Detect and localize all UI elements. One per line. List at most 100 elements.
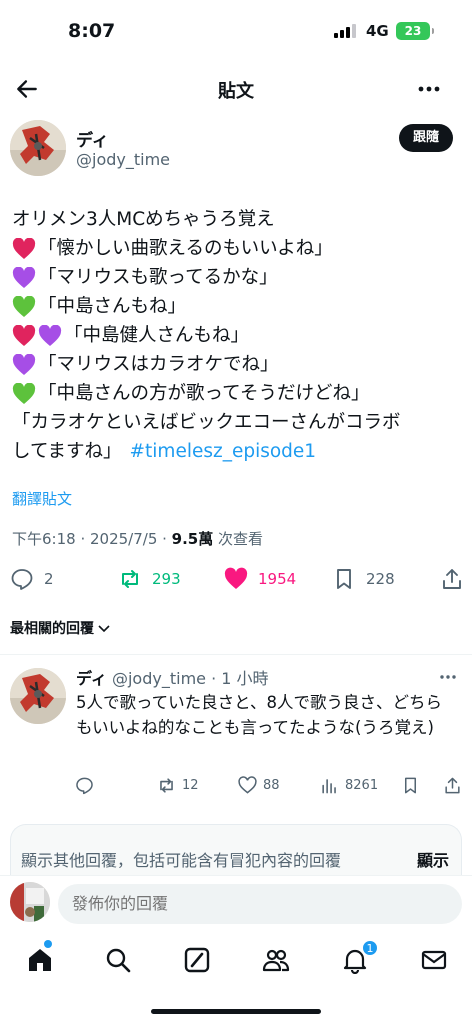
status-time: 8:07 (68, 20, 116, 42)
reply-like-button[interactable]: 88 (238, 776, 280, 795)
post-line: 「カラオケといえばビックエコーさんがコラボ (12, 408, 464, 437)
nav-header: 貼文 (0, 64, 472, 114)
repost-icon (160, 778, 173, 793)
reply-author-name[interactable]: ディ (76, 669, 107, 688)
post-line: 「マリウスも歌ってるかな」 (12, 263, 464, 292)
reply-header: ディ @jody_time · 1 小時 (76, 665, 269, 689)
show-more-replies-text: 顯示其他回覆，包括可能含有冒犯內容的回覆 (21, 851, 342, 870)
home-icon (29, 949, 51, 971)
author-name[interactable]: ディ (76, 126, 109, 151)
reply-sort-dropdown[interactable]: 最相關的回覆 (10, 618, 112, 638)
status-bar: 8:07 4G 23 (0, 0, 472, 64)
reply-repost-button[interactable]: 12 (157, 776, 199, 795)
green-heart-icon (12, 382, 36, 404)
reply-views-count: 8261 (345, 778, 379, 793)
analytics-icon (322, 779, 336, 794)
post-actions: 2 293 1954 228 (0, 563, 472, 597)
post-meta: 下午6:18 · 2025/7/5 · 9.5萬 次查看 (12, 528, 263, 549)
repost-icon (122, 570, 138, 588)
reply-share-button[interactable] (443, 776, 462, 795)
show-more-replies-button[interactable]: 顯示 (417, 847, 449, 871)
reply-input[interactable] (58, 884, 462, 924)
post-line: 「懐かしい曲歌えるのもいいよね」 (12, 234, 464, 263)
translate-post-link[interactable]: 翻譯貼文 (12, 488, 72, 509)
communities-icon (262, 949, 290, 972)
views-count: 9.5萬 (171, 530, 214, 548)
tab-communities[interactable] (262, 946, 290, 974)
tab-home[interactable] (26, 946, 54, 974)
page-title: 貼文 (218, 81, 254, 102)
post-line-text: 「カラオケといえばビックエコーさんがコラボ (12, 412, 401, 433)
post-line-text: 「中島さんもね」 (38, 296, 187, 317)
author-avatar[interactable] (10, 120, 66, 176)
share-icon (443, 569, 461, 589)
chevron-down-icon (98, 625, 110, 633)
reply-handle-time: @jody_time · 1 小時 (111, 669, 269, 688)
reply-icon (11, 569, 33, 590)
repost-button[interactable]: 293 (118, 567, 181, 591)
tab-search[interactable] (104, 946, 132, 974)
reply-text: 5人で歌っていた良さと、8人で歌う良さ、どちらもいいよね的なことも言ってたような… (76, 693, 443, 737)
like-button[interactable]: 1954 (224, 567, 296, 591)
reply-repost-count: 12 (182, 778, 199, 793)
reply-views-button[interactable]: 8261 (320, 776, 378, 795)
more-options-icon[interactable] (438, 668, 458, 686)
reply-author-avatar[interactable] (10, 668, 66, 724)
post-line: オリメン3人MCめちゃうろ覚え (12, 205, 464, 234)
more-options-icon[interactable] (416, 78, 442, 100)
post-line-text: 「中島健人さんもね」 (64, 325, 250, 346)
reply-reply-button[interactable] (75, 776, 94, 795)
post-line-text: 「マリウスも歌ってるかな」 (38, 267, 278, 288)
post-line: 「中島さんの方が歌ってそうだけどね」 (12, 379, 464, 408)
reply-sort-label: 最相關的回覆 (10, 621, 94, 637)
notifications-badge: 1 (362, 940, 378, 956)
author-handle[interactable]: @jody_time (76, 150, 170, 169)
home-new-indicator (44, 940, 52, 948)
hashtag-link[interactable]: #timelesz_episode1 (130, 437, 317, 466)
reply-count: 2 (44, 570, 54, 588)
heart-icon (238, 776, 257, 794)
green-heart-icon (12, 295, 36, 317)
post-line-text: 「マリウスはカラオケでね」 (38, 354, 279, 375)
tab-messages[interactable] (420, 946, 448, 974)
network-type: 4G (366, 22, 389, 40)
post-line: 「中島健人さんもね」 (12, 321, 464, 350)
reply-icon (76, 777, 93, 795)
post-line-text: してますね」 (12, 441, 122, 462)
post-timestamp: 下午6:18 · 2025/7/5 · (12, 530, 172, 548)
red-heart-icon (12, 237, 36, 259)
heart-filled-icon (224, 567, 248, 589)
reply-bookmark-button[interactable] (401, 776, 420, 795)
bookmark-icon (404, 777, 417, 794)
reply-button[interactable]: 2 (10, 567, 54, 591)
self-avatar[interactable] (10, 882, 50, 922)
post-line-text: 「懐かしい曲歌えるのもいいよね」 (38, 238, 333, 259)
reply-like-count: 88 (263, 778, 280, 793)
post-line-text: オリメン3人MCめちゃうろ覚え (12, 209, 275, 230)
like-count: 1954 (258, 570, 297, 588)
bookmark-icon (337, 569, 351, 589)
share-icon (445, 777, 460, 794)
purple-heart-icon (12, 266, 36, 288)
post-line: 「マリウスはカラオケでね」 (12, 350, 464, 379)
tab-grok[interactable] (183, 946, 211, 974)
search-icon (106, 948, 131, 973)
divider (0, 654, 472, 655)
envelope-icon (421, 950, 447, 970)
show-more-replies-box[interactable]: 顯示其他回覆，包括可能含有冒犯內容的回覆 顯示 (10, 824, 462, 880)
repost-count: 293 (152, 570, 181, 588)
post-line: 「中島さんもね」 (12, 292, 464, 321)
share-button[interactable] (440, 567, 464, 591)
purple-heart-icon (12, 353, 36, 375)
home-indicator (151, 1009, 321, 1014)
post-line: してますね」 #timelesz_episode1 (12, 437, 464, 466)
bookmark-count: 228 (366, 570, 395, 588)
post-text: オリメン3人MCめちゃうろ覚え 「懐かしい曲歌えるのもいいよね」 「マリウスも歌… (12, 205, 464, 466)
grok-icon (184, 947, 210, 973)
follow-button[interactable]: 跟隨 (398, 124, 453, 152)
views-label: 次查看 (213, 530, 264, 548)
bookmark-button[interactable]: 228 (332, 567, 395, 591)
post-line-text: 「中島さんの方が歌ってそうだけどね」 (38, 383, 370, 404)
reply-actions: 12 88 8261 (0, 776, 472, 800)
battery-icon: 23 (396, 22, 434, 40)
